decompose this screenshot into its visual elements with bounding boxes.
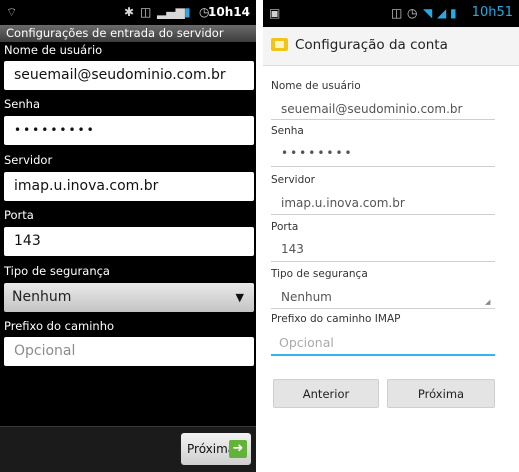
port-field[interactable]: 143 [281,242,304,256]
security-select[interactable]: Nenhum ▼ [4,283,254,312]
username-field[interactable]: seuemail@seudominio.com.br [281,102,462,116]
server-field[interactable]: imap.u.inova.com.br [281,196,405,210]
username-label: Nome de usuário [4,43,103,57]
image-icon: ▣ [269,6,281,20]
email-app-icon [271,38,288,51]
bluetooth-icon: ✱ [124,5,135,19]
username-field[interactable]: seuemail@seudominio.com.br [4,61,254,90]
battery-icon: ▮ [184,5,191,19]
port-label: Porta [271,221,299,233]
next-button[interactable]: Próxima ➜ [181,433,251,465]
wifi-icon: ◥ [423,6,433,20]
next-button-label: Próxima [187,442,236,456]
password-label: Senha [4,97,40,111]
path-label: Prefixo do caminho [4,319,115,333]
path-field[interactable]: Opcional [4,337,254,366]
previous-button[interactable]: Anterior [273,379,379,408]
security-select[interactable]: Nenhum [281,290,332,304]
server-label: Servidor [271,174,315,186]
arrow-right-icon: ➜ [229,440,247,458]
page-title: Configurações de entrada do servidor [0,25,256,42]
username-label: Nome de usuário [271,80,361,92]
password-underline [271,166,495,167]
password-field[interactable]: ••••••••• [4,116,254,145]
status-time: 10h14 [208,5,250,19]
battery-icon: ▮ [450,6,457,20]
wifi-icon: ⌔ [6,5,18,19]
alarm-icon: ◷ [407,6,418,20]
status-time: 10h51 [471,5,513,20]
dropdown-corner-icon: ◢ [485,298,491,306]
vibrate-icon: ◫ [391,6,403,20]
path-label: Prefixo do caminho IMAP [271,313,401,325]
bottom-bar: Próxima ➜ [0,426,256,472]
port-label: Porta [4,208,34,222]
password-label: Senha [271,125,304,137]
chevron-down-icon: ▼ [235,291,244,304]
password-field[interactable]: •••••••• [281,146,354,160]
vibrate-icon: ◫ [140,5,152,19]
server-underline [271,214,495,215]
port-underline [271,261,495,262]
next-button[interactable]: Próxima [387,379,495,408]
path-field[interactable]: Opcional [279,335,334,350]
server-field[interactable]: imap.u.inova.com.br [4,172,254,201]
right-screen: ▣ ◫ ◷ ◥ ◢ ▮ 10h51 Configuração da conta … [263,0,519,472]
security-select-value: Nenhum [12,289,72,305]
signal-icon: ▂▄▆ [157,5,185,19]
path-underline [271,354,495,356]
page-title: Configuração da conta [295,37,448,53]
username-underline [271,119,495,120]
server-label: Servidor [4,153,53,167]
left-screen: ⌔ ✱ ◫ ▂▄▆ ▮ ◷ 10h14 Configurações de ent… [0,0,256,472]
action-bar: Configuração da conta [263,27,519,66]
port-field[interactable]: 143 [4,227,254,256]
security-underline [271,308,495,309]
signal-icon: ◢ [437,6,447,20]
status-bar: ⌔ ✱ ◫ ▂▄▆ ▮ ◷ 10h14 [0,0,256,25]
security-label: Tipo de segurança [271,268,368,280]
security-label: Tipo de segurança [4,264,110,278]
status-bar: ▣ ◫ ◷ ◥ ◢ ▮ 10h51 [263,0,519,27]
